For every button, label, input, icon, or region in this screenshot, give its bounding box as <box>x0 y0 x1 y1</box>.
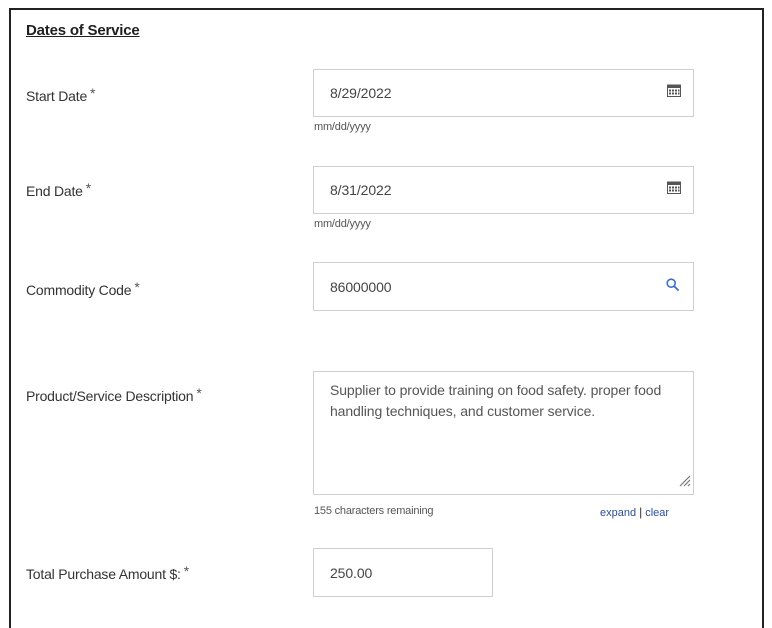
commodity-code-value: 86000000 <box>330 278 392 295</box>
expand-link[interactable]: expand <box>600 507 636 519</box>
textarea-actions: expand | clear <box>600 505 669 519</box>
end-date-format-hint: mm/dd/yyyy <box>314 218 371 230</box>
search-icon[interactable] <box>666 277 679 296</box>
required-marker: * <box>196 385 202 401</box>
calendar-icon[interactable] <box>667 181 681 199</box>
total-amount-label: Total Purchase Amount $: * <box>26 563 189 582</box>
end-date-label-text: End Date <box>26 183 83 199</box>
description-value: Supplier to provide training on food saf… <box>330 382 662 419</box>
end-date-value: 8/31/2022 <box>330 182 392 198</box>
commodity-code-field[interactable]: 86000000 <box>313 262 694 311</box>
end-date-label: End Date * <box>26 180 92 199</box>
start-date-label-text: Start Date <box>26 88 88 104</box>
start-date-field[interactable]: 8/29/2022 <box>313 69 694 117</box>
start-date-value: 8/29/2022 <box>330 85 392 101</box>
required-marker: * <box>183 563 189 579</box>
commodity-code-label: Commodity Code * <box>26 279 140 298</box>
start-date-label: Start Date * <box>26 85 96 104</box>
required-marker: * <box>85 180 92 196</box>
total-amount-value: 250.00 <box>330 564 373 581</box>
required-marker: * <box>90 85 96 101</box>
total-amount-field[interactable]: 250.00 <box>313 548 493 597</box>
commodity-code-label-text: Commodity Code <box>26 282 132 298</box>
calendar-icon[interactable] <box>667 84 681 102</box>
description-label: Product/Service Description * <box>26 385 202 404</box>
link-separator: | <box>639 505 643 519</box>
start-date-format-hint: mm/dd/yyyy <box>314 121 371 133</box>
section-title: Dates of Service <box>26 22 140 39</box>
description-textarea[interactable]: Supplier to provide training on food saf… <box>313 371 694 495</box>
required-marker: * <box>134 279 140 295</box>
resize-handle-icon[interactable] <box>677 473 691 492</box>
end-date-field[interactable]: 8/31/2022 <box>313 166 694 214</box>
clear-link[interactable]: clear <box>645 507 669 519</box>
total-amount-label-text: Total Purchase Amount $: <box>26 566 181 582</box>
characters-remaining: 155 characters remaining <box>314 505 434 517</box>
description-label-text: Product/Service Description <box>26 388 194 404</box>
